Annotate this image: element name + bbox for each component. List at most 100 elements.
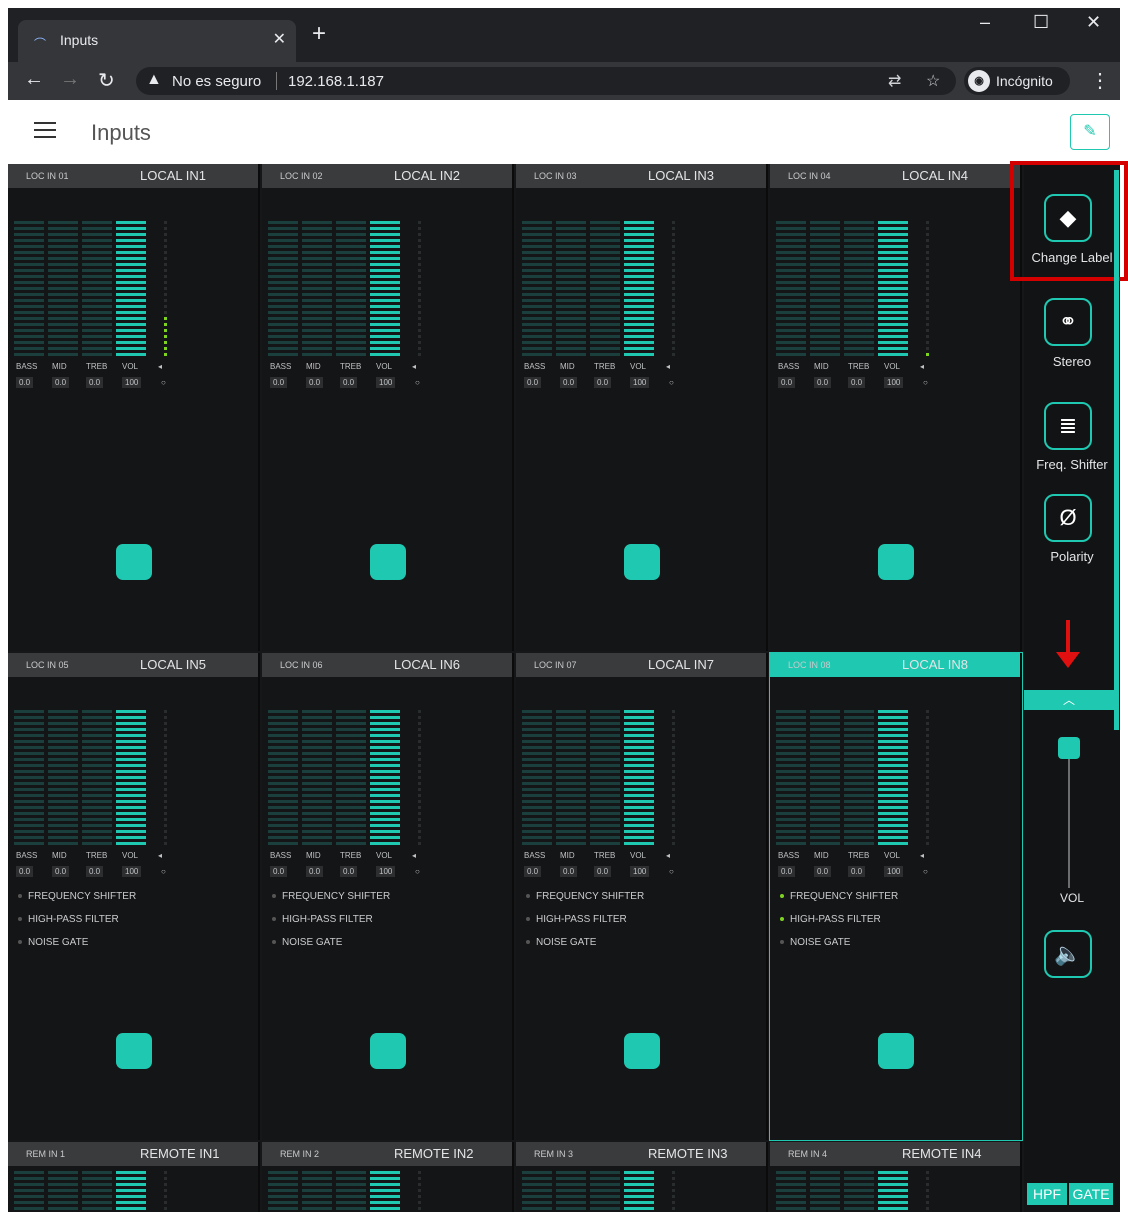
meter-bar (82, 218, 112, 356)
browser-menu-icon[interactable]: ⋮ (1090, 68, 1110, 93)
omnibox[interactable]: ▲ No es seguro 192.168.1.187 ⇄ ☆ (136, 67, 956, 95)
minimize-button[interactable]: – (980, 12, 990, 33)
effect-item: NOISE GATE (18, 937, 88, 948)
browser-tab[interactable]: ⌒ Inputs ✕ (18, 20, 296, 62)
eq-value[interactable]: 0.0 (270, 866, 288, 877)
fader-handle[interactable] (370, 544, 406, 580)
eq-value[interactable]: 0.0 (16, 866, 34, 877)
collapse-up-button[interactable]: ︿ (1024, 690, 1114, 710)
eq-value[interactable]: 0.0 (560, 377, 578, 388)
fader-handle[interactable] (116, 1033, 152, 1069)
hamburger-menu-icon[interactable] (34, 122, 56, 140)
channel-header[interactable]: LOC IN 06 LOCAL IN6 (262, 653, 512, 677)
fader-handle[interactable] (878, 1033, 914, 1069)
fader-handle[interactable] (624, 544, 660, 580)
save-icon-button[interactable]: ✎ (1070, 114, 1110, 150)
channel-header[interactable]: LOC IN 01 LOCAL IN1 (8, 164, 258, 188)
channel-header[interactable]: LOC IN 05 LOCAL IN5 (8, 653, 258, 677)
close-window-button[interactable]: ✕ (1086, 12, 1101, 33)
channel-strip[interactable]: LOC IN 05 LOCAL IN5 BASS MID TREB VOL ◂ 0.0 0.0 0… (8, 653, 260, 1140)
fader-handle[interactable] (878, 544, 914, 580)
eq-value[interactable]: 100 (122, 866, 142, 877)
eq-value[interactable]: 0.0 (86, 866, 104, 877)
gate-tag[interactable]: GATE (1069, 1183, 1113, 1205)
channel-strip[interactable]: LOC IN 04 LOCAL IN4 BASS MID TREB VOL ◂ 0.0 0.0 0… (770, 164, 1022, 651)
eq-value[interactable]: 0.0 (848, 377, 866, 388)
mute-button[interactable]: 🔈 (1044, 930, 1092, 978)
channel-header[interactable]: LOC IN 04 LOCAL IN4 (770, 164, 1020, 188)
channel-header[interactable]: REM IN 4 REMOTE IN4 (770, 1142, 1020, 1166)
channel-strip[interactable]: LOC IN 03 LOCAL IN3 BASS MID TREB VOL ◂ 0.0 0.0 0… (516, 164, 768, 651)
channel-header[interactable]: LOC IN 02 LOCAL IN2 (262, 164, 512, 188)
eq-value[interactable]: 0.0 (778, 866, 796, 877)
freq-shifter-button[interactable]: ≣ (1044, 402, 1092, 450)
fader-handle[interactable] (116, 544, 152, 580)
eq-value[interactable]: 0.0 (52, 866, 70, 877)
channel-strip[interactable]: REM IN 2 REMOTE IN2 (262, 1142, 514, 1212)
polarity-button[interactable]: Ø (1044, 494, 1092, 542)
eq-value[interactable]: 0.0 (848, 866, 866, 877)
eq-value[interactable]: 0.0 (814, 377, 832, 388)
eq-value[interactable]: 0.0 (560, 866, 578, 877)
eq-value[interactable]: 0.0 (86, 377, 104, 388)
reload-icon[interactable]: ↻ (98, 68, 115, 93)
fader-handle[interactable] (624, 1033, 660, 1069)
eq-value[interactable]: 100 (884, 377, 904, 388)
eq-value[interactable]: 100 (376, 866, 396, 877)
eq-value[interactable]: 0.0 (16, 377, 34, 388)
hpf-tag[interactable]: HPF (1027, 1183, 1067, 1205)
url-text[interactable]: 192.168.1.187 (288, 73, 384, 90)
eq-value[interactable]: 0.0 (524, 377, 542, 388)
maximize-button[interactable]: ☐ (1033, 12, 1049, 33)
eq-value[interactable]: 100 (884, 866, 904, 877)
eq-value[interactable]: 0.0 (778, 377, 796, 388)
scrollbar[interactable] (1114, 170, 1119, 730)
eq-value[interactable]: 0.0 (340, 377, 358, 388)
eq-value[interactable]: 0.0 (594, 377, 612, 388)
channel-id: LOC IN 01 (26, 171, 69, 181)
incognito-badge[interactable]: ◉ Incógnito (964, 67, 1070, 95)
channel-header[interactable]: REM IN 3 REMOTE IN3 (516, 1142, 766, 1166)
fader-handle[interactable] (370, 1033, 406, 1069)
channel-strip[interactable]: LOC IN 06 LOCAL IN6 BASS MID TREB VOL ◂ 0.0 0.0 0… (262, 653, 514, 1140)
channel-strip[interactable]: LOC IN 07 LOCAL IN7 BASS MID TREB VOL ◂ 0.0 0.0 0… (516, 653, 768, 1140)
vol-slider-track[interactable] (1068, 748, 1070, 888)
meter-bar (268, 218, 298, 356)
speaker-icon: 🔈 (1054, 941, 1082, 966)
eq-value[interactable]: 0.0 (594, 866, 612, 877)
stereo-button[interactable]: ⚭ (1044, 298, 1092, 346)
channel-header[interactable]: LOC IN 03 LOCAL IN3 (516, 164, 766, 188)
effect-item: NOISE GATE (526, 937, 596, 948)
channel-header[interactable]: LOC IN 07 LOCAL IN7 (516, 653, 766, 677)
channel-strip[interactable]: LOC IN 01 LOCAL IN1 BASS MID TREB VOL ◂ 0.0 0.0 0… (8, 164, 260, 651)
channel-header[interactable]: REM IN 1 REMOTE IN1 (8, 1142, 258, 1166)
close-tab-icon[interactable]: ✕ (273, 29, 286, 49)
eq-value[interactable]: 0.0 (306, 377, 324, 388)
eq-value[interactable]: 0.0 (340, 866, 358, 877)
translate-icon[interactable]: ⇄ (888, 71, 901, 91)
channel-header[interactable]: LOC IN 08 LOCAL IN8 (770, 653, 1020, 677)
eq-value[interactable]: 0.0 (270, 377, 288, 388)
eq-value[interactable]: 0.0 (52, 377, 70, 388)
bookmark-star-icon[interactable]: ☆ (926, 71, 940, 91)
security-status[interactable]: No es seguro (172, 73, 261, 90)
vol-slider-handle[interactable] (1058, 737, 1080, 759)
eq-value[interactable]: 0.0 (524, 866, 542, 877)
channel-header[interactable]: REM IN 2 REMOTE IN2 (262, 1142, 512, 1166)
eq-value[interactable]: 100 (122, 377, 142, 388)
channel-strip[interactable]: REM IN 4 REMOTE IN4 (770, 1142, 1022, 1212)
forward-icon[interactable]: → (60, 68, 80, 91)
eq-value[interactable]: 0.0 (814, 866, 832, 877)
channel-strip[interactable]: LOC IN 02 LOCAL IN2 BASS MID TREB VOL ◂ 0.0 0.0 0… (262, 164, 514, 651)
new-tab-button[interactable]: + (312, 22, 326, 46)
eq-value[interactable]: 100 (630, 377, 650, 388)
speaker-small-icon: ◂ (920, 851, 925, 860)
eq-value[interactable]: 0.0 (306, 866, 324, 877)
channel-strip[interactable]: LOC IN 08 LOCAL IN8 BASS MID TREB VOL ◂ 0.0 0.0 0… (769, 652, 1023, 1141)
eq-value[interactable]: 100 (376, 377, 396, 388)
level-meters (776, 214, 936, 356)
channel-strip[interactable]: REM IN 3 REMOTE IN3 (516, 1142, 768, 1212)
channel-strip[interactable]: REM IN 1 REMOTE IN1 (8, 1142, 260, 1212)
eq-value[interactable]: 100 (630, 866, 650, 877)
back-icon[interactable]: ← (24, 68, 44, 91)
